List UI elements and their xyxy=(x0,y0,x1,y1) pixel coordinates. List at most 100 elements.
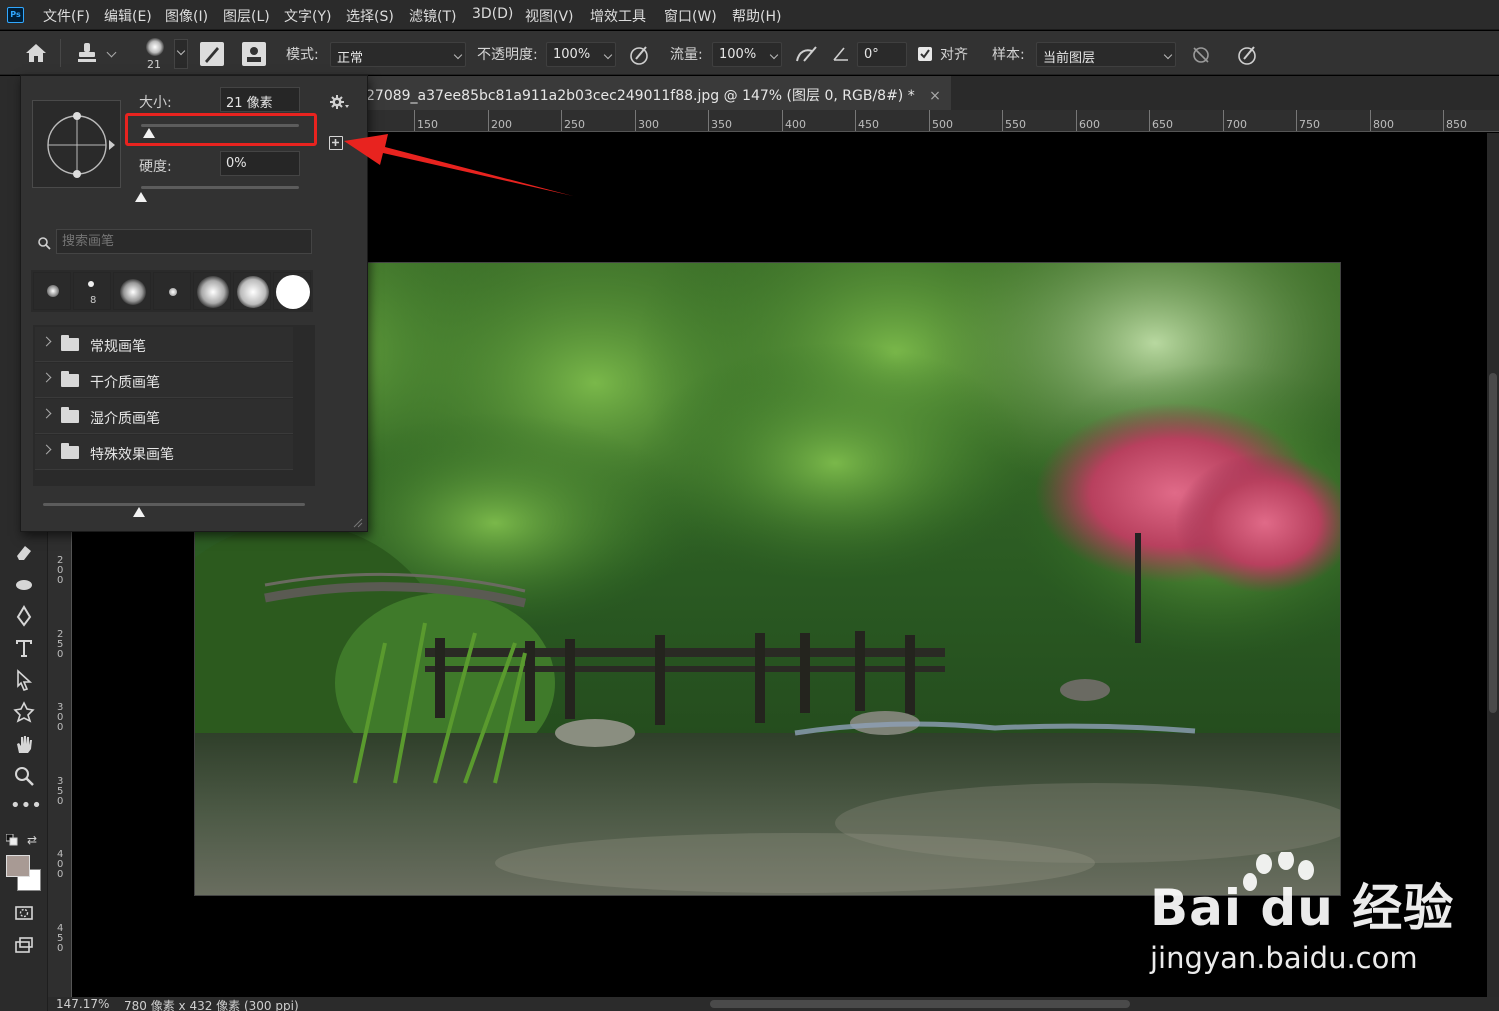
tool-preset-dropdown[interactable] xyxy=(106,47,117,58)
custom-shape-tool-icon[interactable] xyxy=(10,701,38,727)
ruler-tick: 400 xyxy=(57,849,64,880)
ruler-tick: 650 xyxy=(1149,110,1173,131)
ruler-tick: 200 xyxy=(57,555,64,586)
brush-preset[interactable] xyxy=(113,272,151,310)
ruler-tick: 250 xyxy=(57,629,64,660)
mode-value: 正常 xyxy=(337,51,364,66)
size-input[interactable]: 21 像素 xyxy=(220,87,300,112)
quick-mask-icon[interactable] xyxy=(10,902,38,928)
brush-settings-panel-toggle-icon[interactable] xyxy=(200,42,224,66)
brush-preset-picker[interactable]: 21 xyxy=(140,36,170,74)
paint-bucket-tool-icon[interactable] xyxy=(10,573,38,599)
brush-preset[interactable]: 8 xyxy=(73,272,111,310)
resize-grip-icon[interactable] xyxy=(351,516,363,532)
options-bar: 21 模式: 正常 不透明度: 100% 流量: 100% 0° 对齐 样本: … xyxy=(0,31,1499,75)
path-selection-tool-icon[interactable] xyxy=(10,669,38,695)
ruler-tick: 300 xyxy=(57,702,64,733)
brush-preset[interactable] xyxy=(233,272,271,310)
folder-general-brushes[interactable]: 常规画笔 xyxy=(35,327,293,362)
ruler-tick: 700 xyxy=(1223,110,1247,131)
close-tab-icon[interactable]: × xyxy=(929,88,941,104)
document-tab-title: 27089_a37ee85bc81a911a2b03cec249011f88.j… xyxy=(366,88,915,104)
ruler-tick: 600 xyxy=(1076,110,1100,131)
ruler-tick: 350 xyxy=(708,110,732,131)
brush-size-preview-label: 21 xyxy=(147,58,161,71)
mode-label: 模式: xyxy=(286,47,319,63)
sample-select[interactable]: 当前图层 xyxy=(1036,42,1176,67)
clone-source-panel-toggle-icon[interactable] xyxy=(242,42,266,66)
preview-size-slider-track[interactable] xyxy=(43,503,305,506)
ignore-adjustment-layers-icon[interactable] xyxy=(1190,44,1212,70)
foreground-color-swatch[interactable] xyxy=(6,855,30,877)
flow-value: 100% xyxy=(719,47,757,62)
menu-window[interactable]: 窗口(W) xyxy=(664,6,717,26)
ruler-tick: 450 xyxy=(57,923,64,954)
opacity-label: 不透明度: xyxy=(477,47,538,63)
angle-input[interactable]: 0° xyxy=(857,42,907,67)
brush-tip-preview[interactable] xyxy=(32,100,121,188)
hardness-slider-track[interactable] xyxy=(141,186,299,189)
menu-filter[interactable]: 滤镜(T) xyxy=(409,6,456,26)
vertical-scroll-thumb[interactable] xyxy=(1489,373,1497,713)
folder-label: 湿介质画笔 xyxy=(90,411,160,427)
document-info: 780 像素 x 432 像素 (300 ppi) xyxy=(124,999,299,1011)
menu-file[interactable]: 文件(F) xyxy=(43,6,90,26)
zoom-level[interactable]: 147.17% xyxy=(56,997,109,1011)
menu-edit[interactable]: 编辑(E) xyxy=(104,6,152,26)
clone-stamp-tool-icon[interactable] xyxy=(76,41,98,69)
ruler-tick: 200 xyxy=(488,110,512,131)
document-tab[interactable]: 27089_a37ee85bc81a911a2b03cec249011f88.j… xyxy=(366,76,951,110)
eraser-tool-icon[interactable] xyxy=(10,541,38,567)
vertical-scrollbar[interactable] xyxy=(1487,133,1499,997)
folder-special-effects-brushes[interactable]: 特殊效果画笔 xyxy=(35,435,293,470)
menu-3d[interactable]: 3D(D) xyxy=(472,6,513,22)
folder-label: 常规画笔 xyxy=(90,339,146,355)
flow-input[interactable]: 100% xyxy=(712,42,782,67)
pen-tool-icon[interactable] xyxy=(10,605,38,631)
menu-help[interactable]: 帮助(H) xyxy=(732,6,781,26)
more-tools-icon[interactable]: ••• xyxy=(10,797,42,825)
pressure-opacity-icon[interactable] xyxy=(628,43,652,71)
hardness-slider-thumb[interactable] xyxy=(135,192,147,202)
folder-wet-media-brushes[interactable]: 湿介质画笔 xyxy=(35,399,293,434)
flow-label: 流量: xyxy=(670,47,703,63)
brush-search-input[interactable] xyxy=(56,229,312,254)
menu-select[interactable]: 选择(S) xyxy=(346,6,394,26)
angle-icon xyxy=(832,45,850,67)
hardness-input[interactable]: 0% xyxy=(220,151,300,176)
opacity-input[interactable]: 100% xyxy=(546,42,616,67)
horizontal-scroll-thumb[interactable] xyxy=(710,1000,1130,1008)
airbrush-icon[interactable] xyxy=(794,43,820,71)
menu-image[interactable]: 图像(I) xyxy=(165,6,208,26)
pressure-size-icon[interactable] xyxy=(1236,43,1260,71)
menu-plugins[interactable]: 增效工具 xyxy=(590,6,646,26)
home-icon[interactable] xyxy=(24,42,48,68)
folder-icon xyxy=(61,443,79,459)
align-checkbox[interactable] xyxy=(918,47,932,61)
menu-layer[interactable]: 图层(L) xyxy=(223,6,270,26)
brush-preset[interactable] xyxy=(153,272,191,310)
mode-select[interactable]: 正常 xyxy=(330,42,466,67)
brush-preset[interactable] xyxy=(193,272,231,310)
new-preset-icon[interactable] xyxy=(329,136,343,150)
baidu-jingyan-watermark: Bai du 经验 jingyan.baidu.com xyxy=(1148,852,1453,982)
brush-preset[interactable] xyxy=(33,272,71,310)
folder-icon xyxy=(61,407,79,423)
default-colors-icon[interactable] xyxy=(5,833,18,846)
brush-picker-dropdown[interactable] xyxy=(174,39,188,69)
hand-tool-icon[interactable] xyxy=(10,733,38,759)
screen-mode-icon[interactable] xyxy=(10,934,38,960)
search-icon xyxy=(37,236,51,254)
type-tool-icon[interactable] xyxy=(10,637,38,663)
gear-icon[interactable] xyxy=(330,94,350,114)
watermark-brand: Bai du 经验 xyxy=(1150,879,1455,937)
folder-dry-media-brushes[interactable]: 干介质画笔 xyxy=(35,363,293,398)
ruler-tick: 150 xyxy=(414,110,438,131)
menu-type[interactable]: 文字(Y) xyxy=(284,6,331,26)
menu-view[interactable]: 视图(V) xyxy=(525,6,574,26)
brush-preset[interactable] xyxy=(273,272,311,310)
ruler-tick: 800 xyxy=(1370,110,1394,131)
swap-colors-icon[interactable]: ⇄ xyxy=(27,833,37,847)
preview-size-slider-thumb[interactable] xyxy=(133,507,145,517)
zoom-tool-icon[interactable] xyxy=(10,765,38,791)
